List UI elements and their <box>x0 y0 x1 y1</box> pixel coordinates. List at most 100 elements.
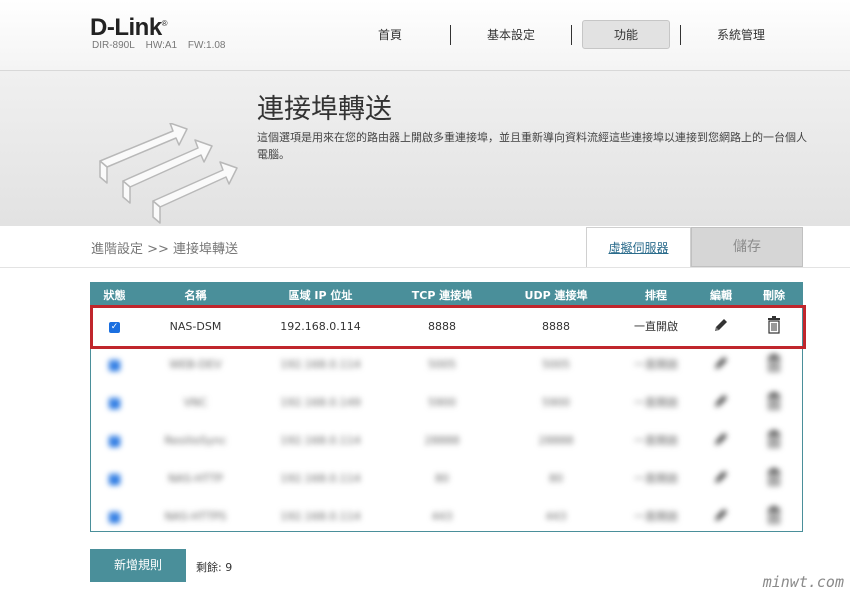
checkbox-icon[interactable]: ✓ <box>109 512 120 523</box>
col-tcp-port: TCP 連接埠 <box>388 282 496 307</box>
add-rule-button[interactable]: 新增規則 <box>90 549 186 582</box>
nav-home[interactable]: 首頁 <box>340 21 440 48</box>
col-status: 狀態 <box>91 282 138 307</box>
nav-divider <box>571 24 572 45</box>
table-header: 狀態 名稱 區域 IP 位址 TCP 連接埠 UDP 連接埠 排程 編輯 刪除 <box>91 282 802 307</box>
pencil-icon[interactable] <box>713 470 729 488</box>
local-ip: 192.168.0.114 <box>280 357 361 371</box>
local-ip: 192.168.0.114 <box>280 471 361 485</box>
pencil-icon[interactable] <box>713 394 729 412</box>
col-local-ip: 區域 IP 位址 <box>253 282 388 307</box>
trash-icon[interactable] <box>767 315 781 337</box>
trash-icon[interactable] <box>767 353 781 375</box>
udp-port: 5005 <box>542 357 570 371</box>
edit-cell <box>696 459 746 497</box>
trash-icon[interactable] <box>767 467 781 489</box>
port-forward-arrows-icon <box>99 123 238 224</box>
rule-name: VNC <box>183 395 208 409</box>
nav-divider <box>450 24 451 45</box>
rule-name: WEB-DEV <box>169 357 222 371</box>
edit-cell <box>696 307 746 345</box>
nav-system-management[interactable]: 系統管理 <box>691 21 791 48</box>
udp-port: 443 <box>545 509 567 523</box>
local-ip: 192.168.0.114 <box>280 319 361 333</box>
watermark: minwt.com <box>762 573 844 591</box>
breadcrumb: 進階設定 >> 連接埠轉送 <box>91 242 239 257</box>
col-name: 名稱 <box>138 282 253 307</box>
pencil-icon[interactable] <box>713 508 729 526</box>
delete-cell <box>746 459 802 497</box>
edit-cell <box>696 345 746 383</box>
nav-basic-settings[interactable]: 基本設定 <box>461 21 561 48</box>
remaining-count: 剩餘: 9 <box>196 561 233 574</box>
tcp-port: 80 <box>435 471 449 485</box>
col-udp-port: UDP 連接埠 <box>496 282 616 307</box>
edit-cell <box>696 383 746 421</box>
table-row: ✓ NAS-HTTP 192.168.0.114 80 80 一直開啟 <box>91 459 802 497</box>
model-info: DIR-890L HW:A1 FW:1.08 <box>92 40 233 51</box>
page-title: 連接埠轉送 <box>257 94 392 125</box>
top-nav: 首頁 基本設定 功能 系統管理 <box>340 20 791 49</box>
checkbox-icon[interactable]: ✓ <box>109 322 120 333</box>
local-ip: 192.168.0.149 <box>280 395 361 409</box>
tcp-port: 8888 <box>428 319 456 333</box>
status-cell: ✓ <box>91 383 138 421</box>
status-cell: ✓ <box>91 307 138 345</box>
rule-name: NAS-HTTP <box>168 471 223 485</box>
hw-version: HW:A1 <box>145 40 178 51</box>
schedule: 一直開啟 <box>634 434 678 447</box>
udp-port: 5900 <box>542 395 570 409</box>
table-row: ✓ ResilioSync 192.168.0.114 28888 28888 一直開啟 <box>91 421 802 459</box>
col-edit: 編輯 <box>696 282 746 307</box>
status-cell: ✓ <box>91 421 138 459</box>
schedule: 一直開啟 <box>634 358 678 371</box>
virtual-server-link[interactable]: 虛擬伺服器 <box>586 227 691 267</box>
pencil-icon[interactable] <box>713 432 729 450</box>
tcp-port: 5900 <box>428 395 456 409</box>
local-ip: 192.168.0.114 <box>280 433 361 447</box>
edit-cell <box>696 421 746 459</box>
checkbox-icon[interactable]: ✓ <box>109 436 120 447</box>
model-name: DIR-890L <box>92 40 135 51</box>
delete-cell <box>746 497 802 531</box>
save-button[interactable]: 儲存 <box>691 227 803 267</box>
trash-icon[interactable] <box>767 391 781 413</box>
delete-cell <box>746 383 802 421</box>
rule-name: NAS-DSM <box>169 319 222 333</box>
checkbox-icon[interactable]: ✓ <box>109 474 120 485</box>
delete-cell <box>746 345 802 383</box>
col-delete: 刪除 <box>746 282 802 307</box>
checkbox-icon[interactable]: ✓ <box>109 398 120 409</box>
udp-port: 8888 <box>542 319 570 333</box>
schedule: 一直開啟 <box>634 510 678 523</box>
delete-cell <box>746 421 802 459</box>
edit-cell <box>696 497 746 531</box>
status-cell: ✓ <box>91 497 138 531</box>
tcp-port: 28888 <box>424 433 460 447</box>
page-banner: 連接埠轉送 這個選項是用來在您的路由器上開啟多重連接埠，並且重新導向資料流經這些… <box>0 71 850 226</box>
rule-name: ResilioSync <box>164 433 227 447</box>
header: D-Link® DIR-890L HW:A1 FW:1.08 首頁 基本設定 功… <box>0 0 850 71</box>
rule-name: NAS-HTTPS <box>164 509 227 523</box>
fw-version: FW:1.08 <box>187 40 226 51</box>
trash-icon[interactable] <box>767 429 781 451</box>
col-schedule: 排程 <box>616 282 696 307</box>
trash-icon[interactable] <box>767 505 781 527</box>
action-bar: 進階設定 >> 連接埠轉送 虛擬伺服器 儲存 <box>0 227 850 268</box>
pencil-icon[interactable] <box>713 318 729 336</box>
dlink-logo: D-Link® <box>90 14 168 41</box>
status-cell: ✓ <box>91 345 138 383</box>
checkbox-icon[interactable]: ✓ <box>109 360 120 371</box>
tcp-port: 443 <box>431 509 453 523</box>
tcp-port: 5005 <box>428 357 456 371</box>
nav-features[interactable]: 功能 <box>582 20 670 49</box>
local-ip: 192.168.0.114 <box>280 509 361 523</box>
udp-port: 28888 <box>538 433 574 447</box>
pencil-icon[interactable] <box>713 356 729 374</box>
table-row: ✓ NAS-DSM 192.168.0.114 8888 8888 一直開啟 <box>91 307 802 345</box>
table-row: ✓ WEB-DEV 192.168.0.114 5005 5005 一直開啟 <box>91 345 802 383</box>
nav-divider <box>680 24 681 45</box>
status-cell: ✓ <box>91 459 138 497</box>
delete-cell <box>746 307 802 345</box>
port-forwarding-table: 狀態 名稱 區域 IP 位址 TCP 連接埠 UDP 連接埠 排程 編輯 刪除 … <box>90 282 803 532</box>
